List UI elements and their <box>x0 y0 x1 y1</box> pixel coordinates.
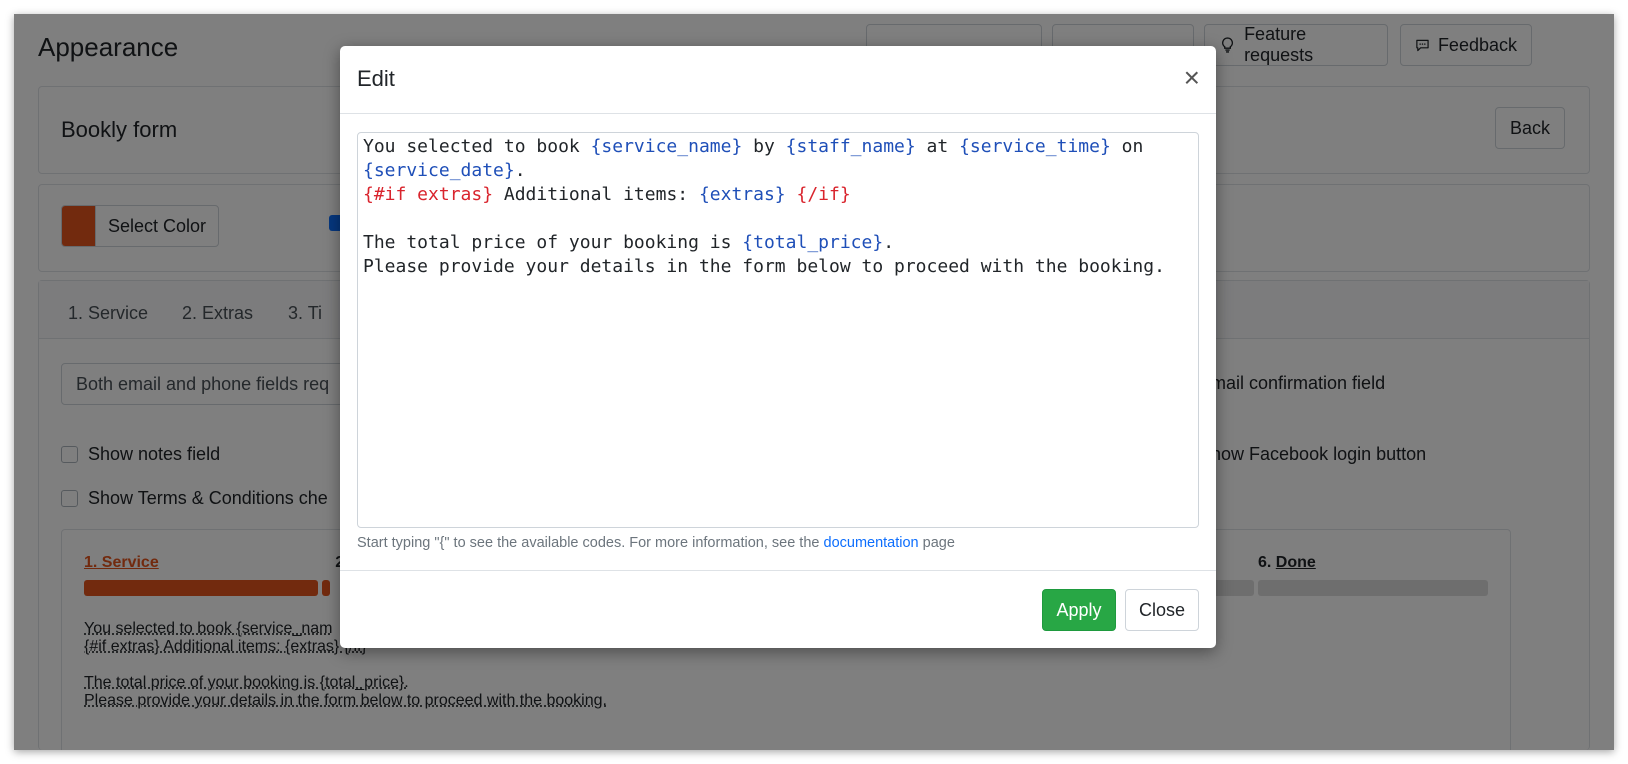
editor-text: Please provide your details in the form … <box>363 256 1165 277</box>
close-button[interactable]: Close <box>1125 589 1199 631</box>
editor-text: . <box>883 232 895 253</box>
modal-header: Edit × <box>340 46 1216 114</box>
editor-text: You selected to book <box>363 136 591 157</box>
editor-text: at <box>915 136 960 157</box>
documentation-link[interactable]: documentation <box>824 535 919 551</box>
edit-modal: Edit × You selected to book {service_nam… <box>340 46 1216 648</box>
modal-footer: Apply Close <box>340 570 1216 648</box>
code-endif: {/if} <box>796 184 851 205</box>
modal-title: Edit <box>357 66 395 91</box>
code-service-time: {service_time} <box>959 136 1111 157</box>
text-editor[interactable]: You selected to book {service_name} by {… <box>357 132 1199 528</box>
close-icon[interactable]: × <box>1184 64 1200 92</box>
code-service-date: {service_date} <box>363 160 515 181</box>
code-total-price: {total_price} <box>742 232 884 253</box>
page-frame: Appearance Feature requests Feedback Boo… <box>14 14 1614 750</box>
editor-text: on <box>1110 136 1144 157</box>
code-service-name: {service_name} <box>590 136 743 157</box>
code-staff-name: {staff_name} <box>785 136 916 157</box>
code-extras: {extras} <box>698 184 786 205</box>
apply-button[interactable]: Apply <box>1042 589 1116 631</box>
editor-help-text: Start typing "{" to see the available co… <box>357 535 955 551</box>
help-prefix: Start typing "{" to see the available co… <box>357 535 824 551</box>
editor-text: by <box>742 136 786 157</box>
help-suffix: page <box>918 535 955 551</box>
editor-text <box>786 184 797 205</box>
editor-text: Additional items: <box>493 184 699 205</box>
editor-text: . <box>514 160 526 181</box>
editor-text: The total price of your booking is <box>363 232 743 253</box>
code-if-extras: {#if extras} <box>363 184 494 205</box>
